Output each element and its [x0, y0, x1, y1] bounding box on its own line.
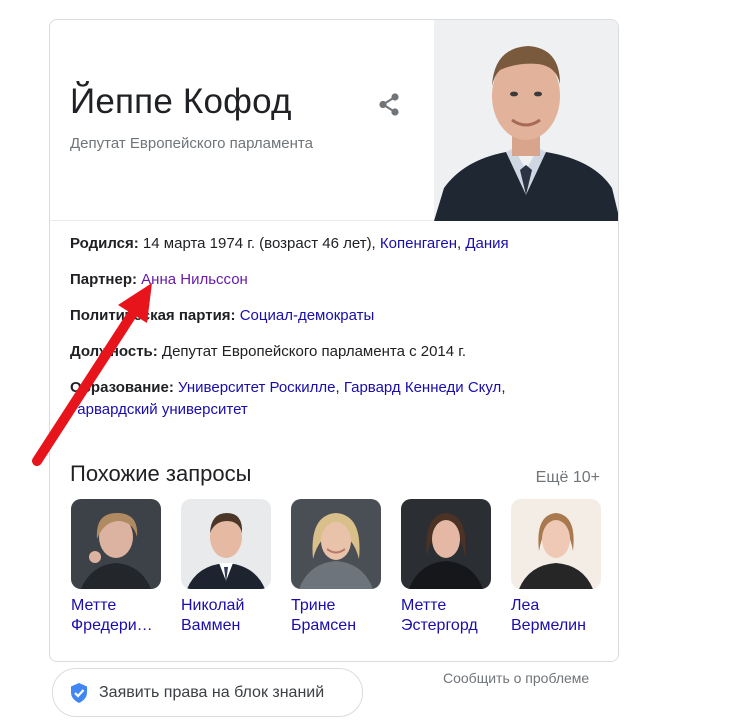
person-name-line: Ваммен	[181, 617, 241, 634]
person-name-line: Метте	[401, 597, 447, 614]
person-thumbnail[interactable]	[71, 499, 161, 589]
fact-party: Политическая партия: Социал-демократы	[70, 305, 602, 327]
profile-photo[interactable]	[434, 20, 618, 221]
person-thumbnail[interactable]	[401, 499, 491, 589]
person-name-line: Фредери…	[71, 617, 153, 634]
fact-value: Депутат Европейского парламента с 2014 г…	[157, 343, 467, 360]
fact-partner: Партнер: Анна Нильссон	[70, 269, 602, 291]
person-name-line: Метте	[71, 597, 117, 614]
link-copenhagen[interactable]: Копенгаген	[380, 235, 457, 252]
related-heading: Похожие запросы	[70, 461, 252, 486]
related-person[interactable]: Метте Фредери…	[71, 499, 181, 636]
claim-button-label: Заявить права на блок знаний	[99, 683, 325, 701]
share-icon[interactable]	[375, 90, 405, 120]
person-name[interactable]: Николай Ваммен	[181, 596, 275, 636]
link-denmark[interactable]: Дания	[465, 235, 508, 252]
related-more-link[interactable]: Ещё 10+	[536, 469, 600, 487]
page-title: Йеппе Кофод	[70, 82, 292, 121]
related-people: Метте Фредери… Николай Ваммен Трине Брам…	[71, 499, 618, 636]
person-name[interactable]: Леа Вермелин	[511, 596, 605, 636]
shield-check-icon	[71, 682, 87, 703]
link-roskilde[interactable]: Университет Роскилле	[178, 379, 335, 396]
person-name-line: Брамсен	[291, 617, 357, 634]
separator: ,	[335, 379, 344, 396]
link-harvard-university[interactable]: Гарвардский университет	[70, 401, 248, 418]
person-name-line: Эстергорд	[401, 617, 478, 634]
fact-label: Родился:	[70, 235, 139, 252]
fact-position: Должность: Депутат Европейского парламен…	[70, 341, 602, 363]
related-person[interactable]: Леа Вермелин	[511, 499, 618, 636]
panel-subtitle: Депутат Европейского парламента	[70, 135, 313, 152]
fact-education: Образование: Университет Роскилле, Гарва…	[70, 377, 602, 421]
report-problem-link[interactable]: Сообщить о проблеме	[443, 670, 589, 686]
knowledge-panel: Йеппе Кофод Депутат Европейского парламе…	[49, 19, 619, 662]
person-name[interactable]: Метте Эстергорд	[401, 596, 495, 636]
fact-label: Должность:	[70, 343, 158, 360]
person-name-line: Трине	[291, 597, 336, 614]
fact-label: Образование:	[70, 379, 174, 396]
person-name-line: Леа	[511, 597, 540, 614]
facts-list: Родился: 14 марта 1974 г. (возраст 46 ле…	[70, 233, 602, 435]
person-name-line: Вермелин	[511, 617, 586, 634]
fact-label: Партнер:	[70, 271, 137, 288]
related-person[interactable]: Метте Эстергорд	[401, 499, 511, 636]
panel-header: Йеппе Кофод Депутат Европейского парламе…	[50, 20, 618, 221]
person-thumbnail[interactable]	[291, 499, 381, 589]
person-name[interactable]: Трине Брамсен	[291, 596, 385, 636]
separator: ,	[501, 379, 506, 396]
related-person[interactable]: Трине Брамсен	[291, 499, 401, 636]
person-thumbnail[interactable]	[511, 499, 601, 589]
person-thumbnail[interactable]	[181, 499, 271, 589]
fact-value: 14 марта 1974 г. (возраст 46 лет),	[138, 235, 380, 252]
link-harvard-kennedy[interactable]: Гарвард Кеннеди Скул	[344, 379, 501, 396]
claim-panel-button[interactable]: Заявить права на блок знаний	[52, 668, 363, 717]
fact-born: Родился: 14 марта 1974 г. (возраст 46 ле…	[70, 233, 602, 255]
link-partner[interactable]: Анна Нильссон	[141, 271, 248, 288]
person-name[interactable]: Метте Фредери…	[71, 596, 165, 636]
related-person[interactable]: Николай Ваммен	[181, 499, 291, 636]
link-party[interactable]: Социал-демократы	[240, 307, 375, 324]
person-name-line: Николай	[181, 597, 245, 614]
fact-label: Политическая партия:	[70, 307, 236, 324]
